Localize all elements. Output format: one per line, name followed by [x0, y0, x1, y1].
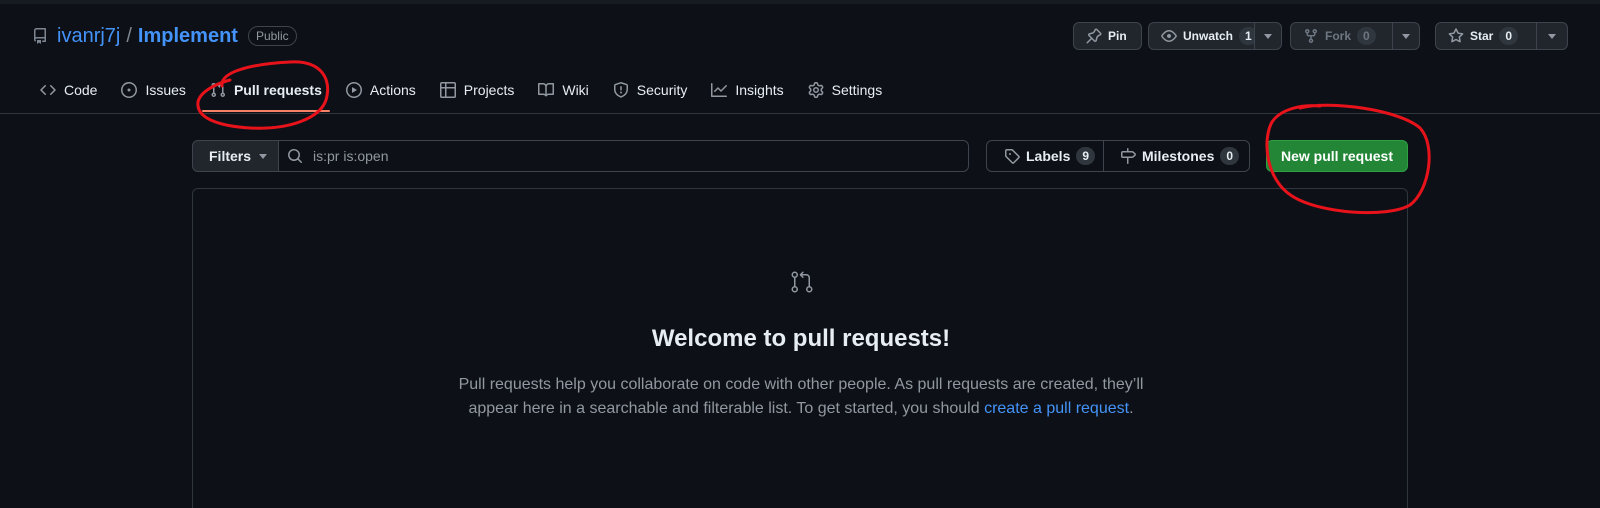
fork-options-dropdown[interactable]	[1392, 22, 1420, 50]
tag-icon	[1004, 148, 1020, 164]
milestone-icon	[1120, 148, 1136, 164]
chevron-down-icon	[259, 153, 268, 159]
stars-count: 0	[1499, 27, 1519, 45]
milestones-count: 0	[1220, 147, 1240, 165]
code-icon	[40, 82, 56, 98]
tab-label: Actions	[369, 82, 416, 98]
milestones-button[interactable]: Milestones 0	[1103, 140, 1250, 172]
tab-issues[interactable]: Issues	[113, 72, 193, 108]
repo-name-link[interactable]: Implement	[138, 25, 238, 48]
repo-icon	[32, 28, 48, 44]
unwatch-button[interactable]: Unwatch 1	[1148, 22, 1258, 50]
blankslate-description: Pull requests help you collaborate on co…	[451, 373, 1151, 421]
chevron-down-icon	[1548, 33, 1556, 39]
tab-actions[interactable]: Actions	[338, 72, 424, 108]
new-pull-request-button[interactable]: New pull request	[1266, 140, 1408, 172]
search-icon	[287, 148, 313, 164]
filters-dropdown[interactable]: Filters	[192, 140, 279, 172]
blankslate-title: Welcome to pull requests!	[651, 325, 951, 352]
tab-label: Wiki	[562, 82, 589, 98]
labels-count: 9	[1076, 147, 1096, 165]
git-pull-request-icon	[210, 82, 226, 98]
pin-button[interactable]: Pin	[1073, 22, 1142, 50]
gear-icon	[808, 82, 824, 98]
fork-button[interactable]: Fork 0	[1290, 22, 1393, 50]
create-pull-request-link[interactable]: create a pull request	[984, 400, 1129, 417]
forks-count: 0	[1357, 27, 1376, 45]
star-button[interactable]: Star 0	[1435, 22, 1537, 50]
tab-label: Pull requests	[233, 82, 322, 98]
fork-label: Fork	[1325, 29, 1352, 43]
shield-icon	[613, 82, 629, 98]
pin-icon	[1086, 28, 1102, 44]
milestones-label: Milestones	[1142, 148, 1215, 164]
repo-forked-icon	[1303, 28, 1319, 44]
repo-tab-nav: Code Issues Pull requests Actions Projec…	[32, 72, 898, 112]
graph-icon	[711, 82, 728, 98]
chevron-down-icon	[1264, 33, 1272, 39]
search-bar	[279, 140, 969, 172]
star-options-dropdown[interactable]	[1536, 22, 1568, 50]
chevron-down-icon	[1402, 33, 1410, 39]
watch-options-dropdown[interactable]	[1254, 22, 1282, 50]
eye-icon	[1161, 28, 1177, 44]
tab-label: Insights	[735, 82, 784, 98]
visibility-badge: Public	[247, 26, 297, 46]
tab-label: Settings	[831, 82, 883, 98]
tab-security[interactable]: Security	[605, 72, 696, 108]
pull-requests-blankslate: Welcome to pull requests! Pull requests …	[192, 188, 1408, 508]
tabs-divider	[0, 113, 1600, 114]
tab-label: Issues	[145, 82, 186, 98]
search-input[interactable]	[313, 148, 913, 164]
git-pull-request-icon	[790, 270, 814, 294]
pin-label: Pin	[1108, 29, 1127, 43]
top-strip	[0, 0, 1600, 4]
issue-opened-icon	[121, 82, 138, 98]
star-label: Star	[1470, 29, 1494, 43]
tab-settings[interactable]: Settings	[800, 72, 891, 108]
tab-projects[interactable]: Projects	[432, 72, 523, 108]
filters-label: Filters	[209, 148, 252, 164]
book-icon	[538, 82, 555, 98]
play-icon	[345, 82, 362, 98]
tab-wiki[interactable]: Wiki	[530, 72, 596, 108]
labels-button[interactable]: Labels 9	[986, 140, 1104, 172]
blankslate-text-end: .	[1129, 400, 1134, 417]
unwatch-label: Unwatch	[1183, 29, 1234, 43]
tab-label: Security	[636, 82, 688, 98]
star-icon	[1448, 28, 1464, 44]
table-icon	[439, 82, 456, 98]
tab-label: Projects	[463, 82, 515, 98]
tab-label: Code	[64, 82, 98, 98]
tab-code[interactable]: Code	[32, 72, 105, 108]
tab-pull-requests[interactable]: Pull requests	[201, 72, 330, 112]
repo-path-separator: /	[126, 24, 132, 47]
labels-label: Labels	[1026, 148, 1071, 164]
repo-owner-link[interactable]: ivanrj7j	[57, 25, 120, 48]
repo-header: ivanrj7j / Implement Public	[32, 22, 297, 50]
tab-insights[interactable]: Insights	[703, 72, 791, 108]
